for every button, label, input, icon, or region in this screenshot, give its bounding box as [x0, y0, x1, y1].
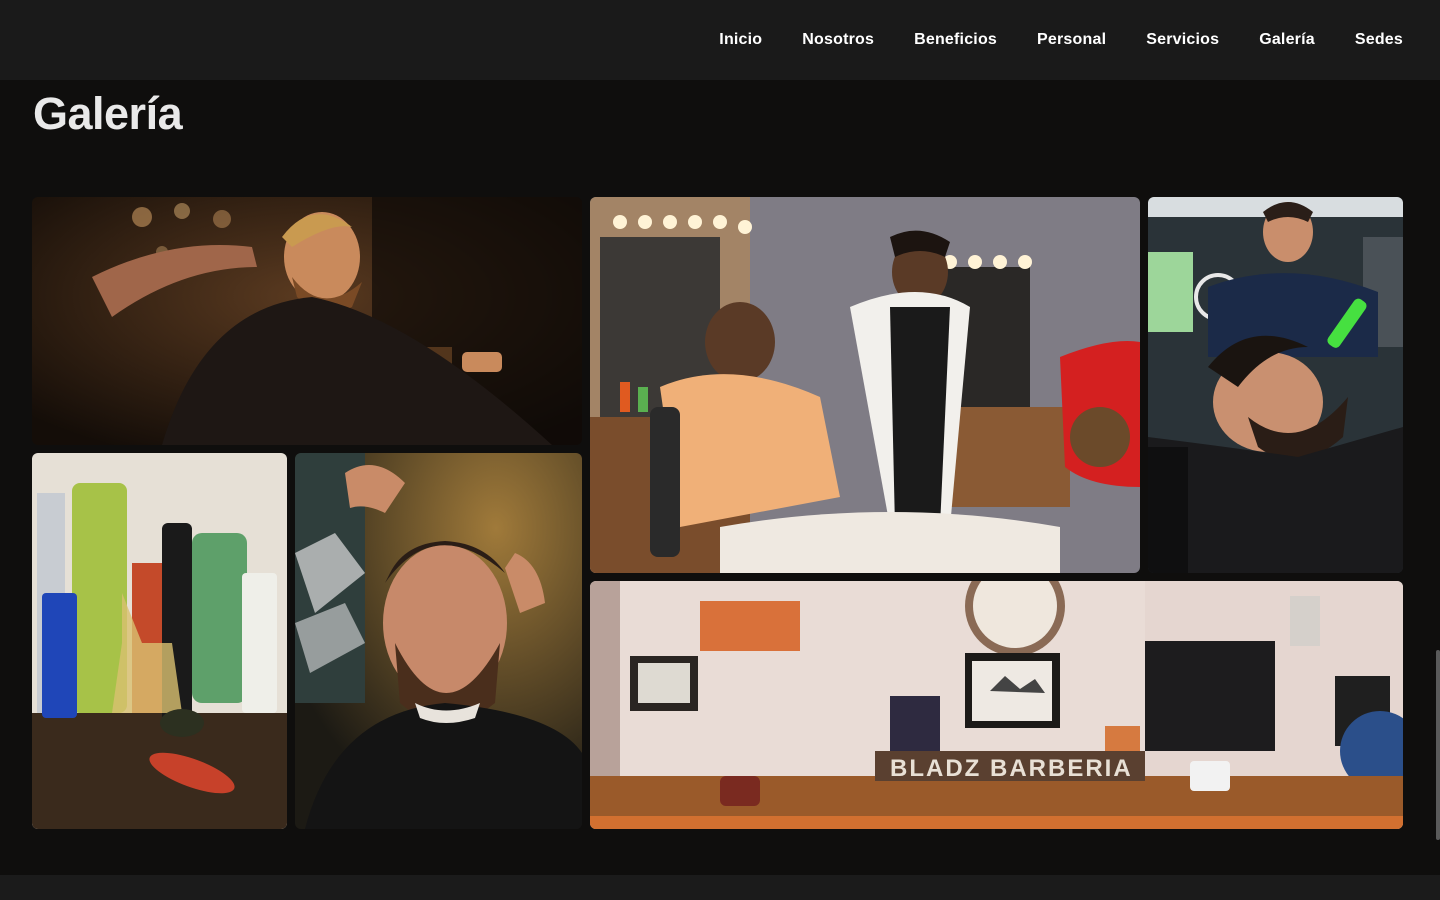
section-title: Galería	[33, 88, 183, 139]
gallery-photo-products-shelf[interactable]	[32, 453, 287, 829]
nav-link-personal[interactable]: Personal	[1037, 31, 1106, 49]
nav-link-nosotros[interactable]: Nosotros	[802, 31, 874, 49]
footer-band	[0, 875, 1440, 900]
nav-link-sedes[interactable]: Sedes	[1355, 31, 1403, 49]
gallery-photo-barbershop-interior[interactable]: BLADZ BARBERIA	[590, 581, 1403, 829]
scrollbar-thumb[interactable]	[1436, 650, 1440, 840]
gallery-photo-barber-shaving-client[interactable]	[590, 197, 1140, 573]
nav-link-galeria[interactable]: Galería	[1259, 31, 1315, 49]
barbershop-sign-text: BLADZ BARBERIA	[890, 755, 1133, 782]
nav-link-inicio[interactable]: Inicio	[719, 31, 762, 49]
nav-link-beneficios[interactable]: Beneficios	[914, 31, 997, 49]
nav-link-servicios[interactable]: Servicios	[1146, 31, 1219, 49]
gallery-photo-bearded-man-haircut[interactable]	[295, 453, 582, 829]
gallery-photo-beard-trim[interactable]	[1148, 197, 1403, 573]
top-navigation-bar: Inicio Nosotros Beneficios Personal Serv…	[0, 0, 1440, 80]
main-nav: Inicio Nosotros Beneficios Personal Serv…	[719, 0, 1403, 80]
gallery-photo-barber-cutting-hair[interactable]	[32, 197, 582, 445]
